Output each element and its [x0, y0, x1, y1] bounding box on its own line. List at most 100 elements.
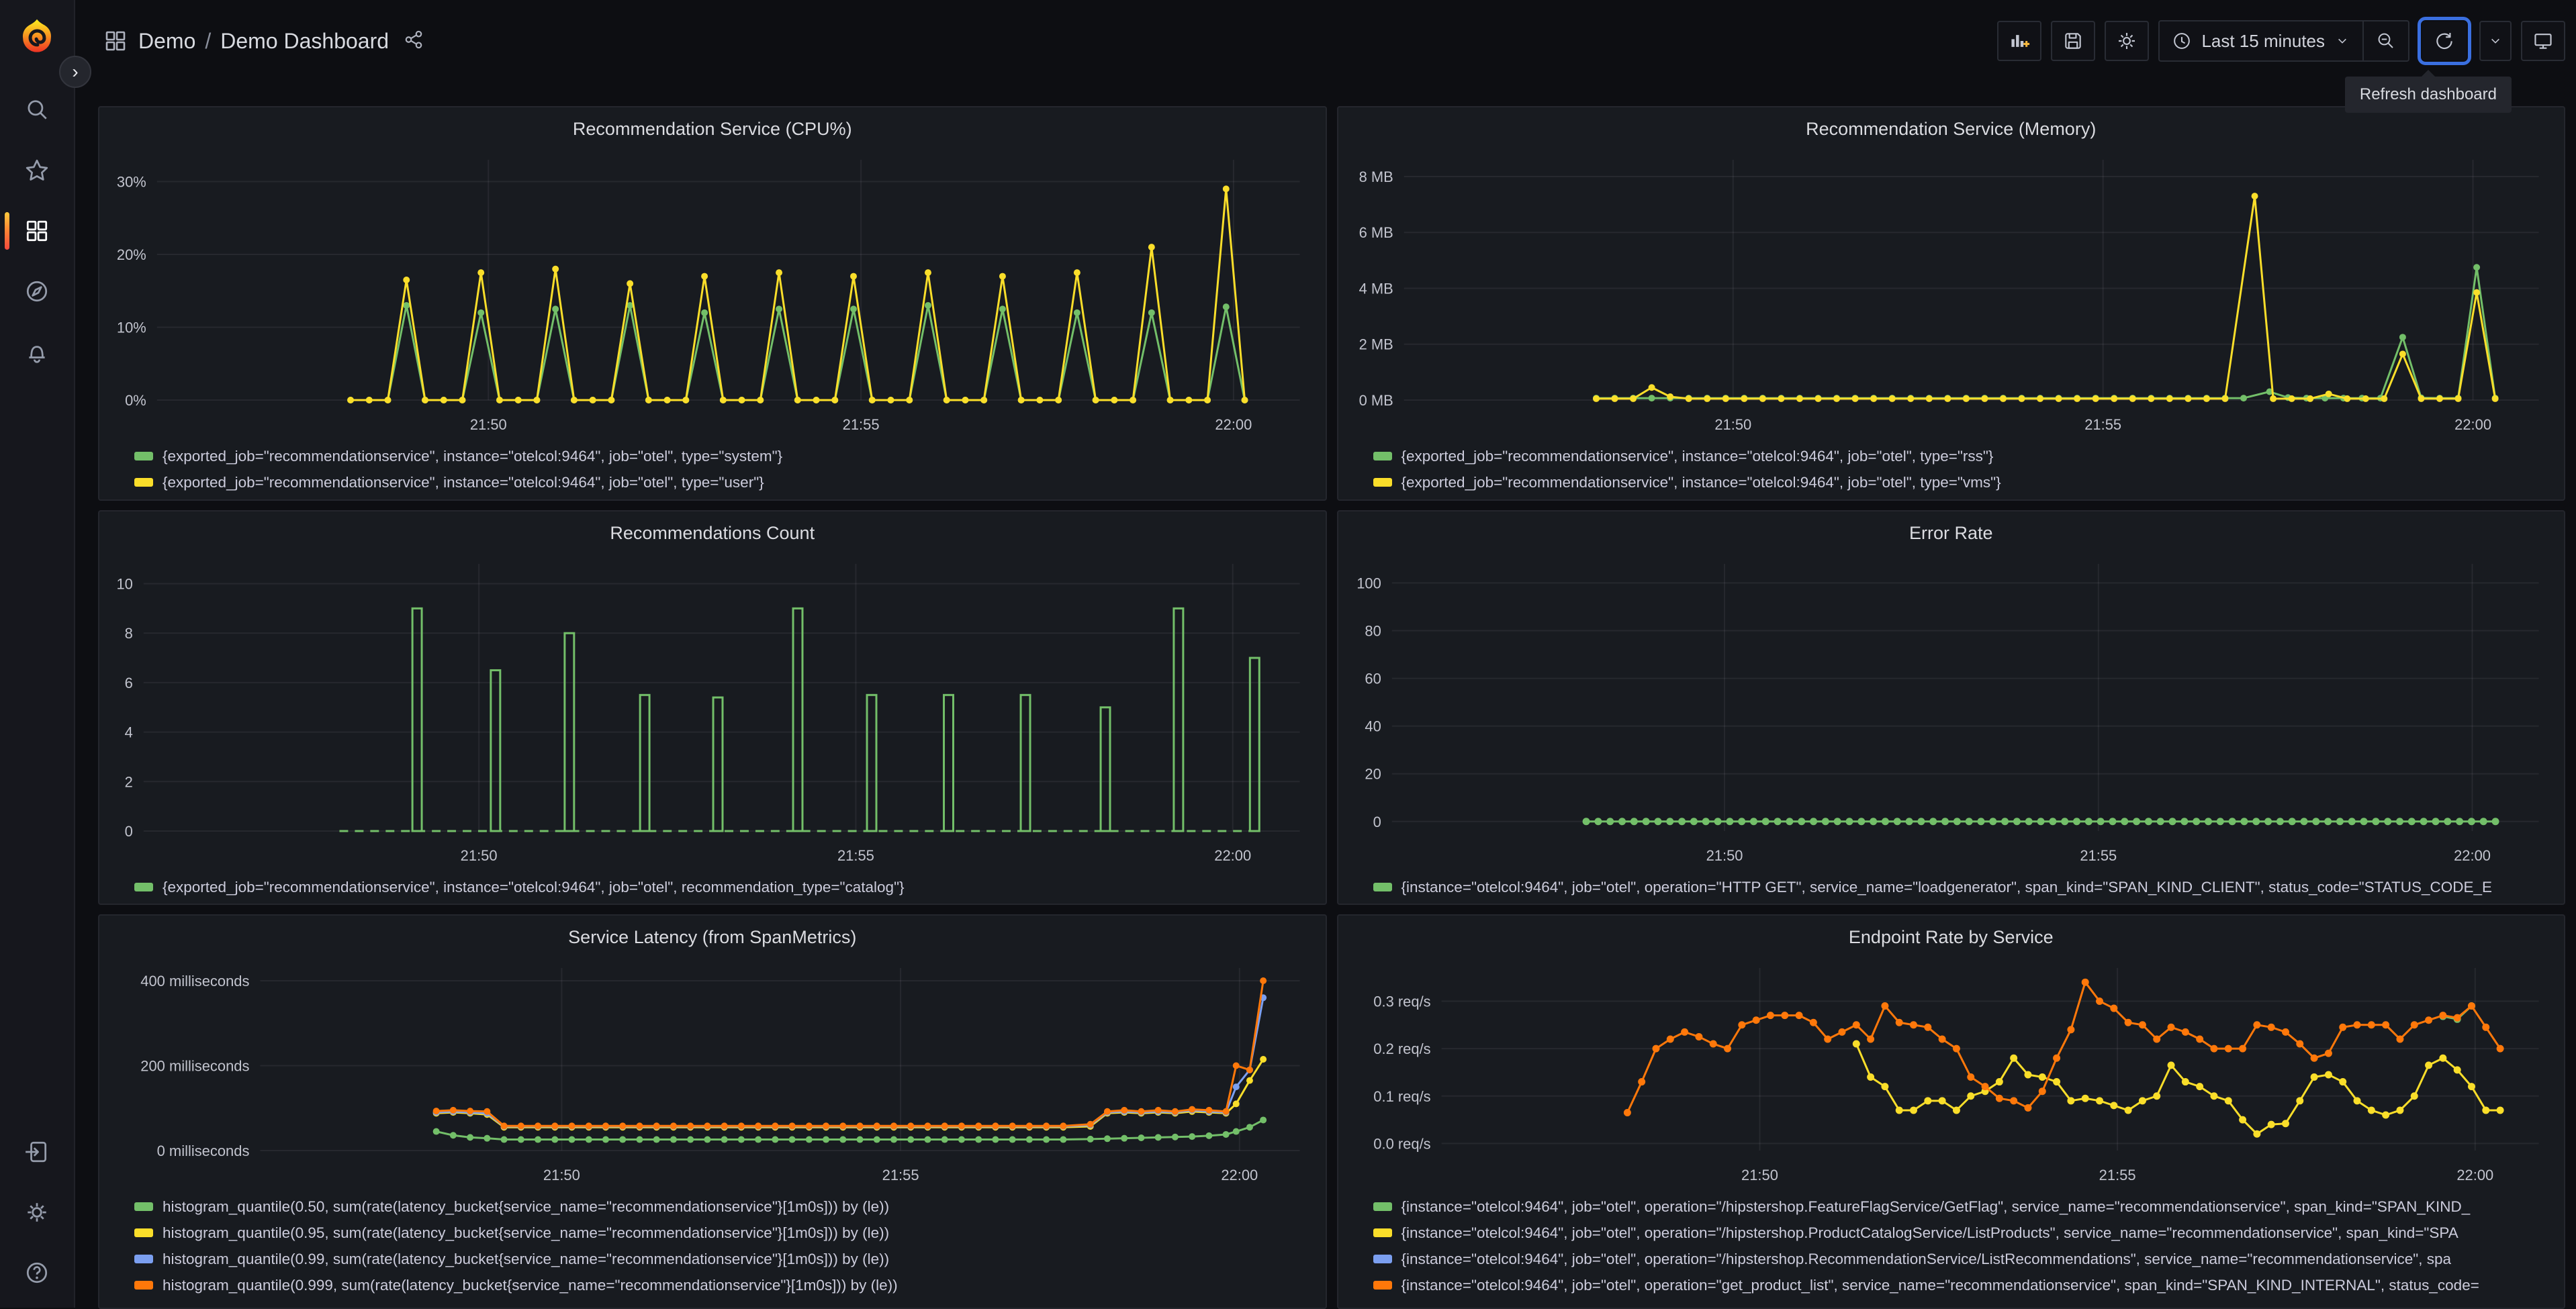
bell-icon — [24, 339, 50, 365]
save-dashboard-button[interactable] — [2051, 21, 2095, 61]
recommendations-count-chart[interactable]: 024681021:5021:5522:00 — [99, 552, 1326, 871]
legend-color-chip — [1373, 1255, 1392, 1263]
refresh-interval-button[interactable] — [2479, 21, 2512, 61]
service-latency-chart[interactable]: 0 milliseconds200 milliseconds400 millis… — [99, 956, 1326, 1191]
sign-in-icon — [24, 1139, 50, 1165]
legend-item[interactable]: histogram_quantile(0.999, sum(rate(laten… — [134, 1272, 1314, 1298]
legend-item[interactable]: {instance="otelcol:9464", job="otel", op… — [1373, 1220, 2552, 1246]
navbar-actions: Last 15 minutes — [1997, 20, 2565, 62]
share-button[interactable] — [404, 30, 424, 53]
memory-legend: {exported_job="recommendationservice", i… — [1338, 440, 2565, 495]
svg-text:0.2 req/s: 0.2 req/s — [1373, 1040, 1430, 1057]
svg-text:0 milliseconds: 0 milliseconds — [157, 1143, 250, 1159]
svg-text:10%: 10% — [117, 319, 146, 336]
legend-label: {instance="otelcol:9464", job="otel", op… — [1401, 879, 2493, 896]
dashboards-grid-icon — [24, 218, 50, 244]
legend-item[interactable]: {exported_job="recommendationservice", i… — [1373, 443, 2552, 469]
sidebar-item-starred[interactable] — [15, 149, 58, 192]
legend-color-chip — [1373, 478, 1392, 487]
panel-title[interactable]: Recommendation Service (CPU%) — [99, 107, 1326, 148]
legend-item[interactable]: histogram_quantile(0.50, sum(rate(latenc… — [134, 1194, 1314, 1220]
time-range-label: Last 15 minutes — [2201, 31, 2325, 52]
dashboard-settings-button[interactable] — [2105, 21, 2149, 61]
panel-cpu: Recommendation Service (CPU%) 0%10%20%30… — [98, 106, 1327, 501]
svg-text:21:50: 21:50 — [461, 847, 498, 864]
panel-title[interactable]: Service Latency (from SpanMetrics) — [99, 916, 1326, 956]
sidebar-item-help[interactable] — [15, 1251, 58, 1294]
add-panel-icon — [2009, 30, 2030, 52]
legend-label: {exported_job="recommendationservice", i… — [1401, 448, 1994, 465]
legend-label: histogram_quantile(0.99, sum(rate(latenc… — [163, 1251, 889, 1268]
panel-endpoint-rate: Endpoint Rate by Service 0.0 req/s0.1 re… — [1337, 914, 2566, 1309]
sidebar-item-dashboards[interactable] — [15, 209, 58, 252]
panel-title[interactable]: Endpoint Rate by Service — [1338, 916, 2565, 956]
legend-item[interactable]: histogram_quantile(0.95, sum(rate(latenc… — [134, 1220, 1314, 1246]
legend-item[interactable]: {instance="otelcol:9464", job="otel", op… — [1373, 874, 2552, 900]
legend-label: {exported_job="recommendationservice", i… — [163, 474, 764, 491]
svg-text:60: 60 — [1365, 671, 1381, 687]
svg-text:0.3 req/s: 0.3 req/s — [1373, 993, 1430, 1010]
svg-text:21:50: 21:50 — [543, 1167, 580, 1183]
legend-item[interactable]: {instance="otelcol:9464", job="otel", op… — [1373, 1246, 2552, 1272]
clock-icon — [2172, 31, 2192, 51]
time-range-picker[interactable]: Last 15 minutes — [2160, 21, 2362, 60]
cpu-chart[interactable]: 0%10%20%30%21:5021:5522:00 — [99, 148, 1326, 440]
memory-chart[interactable]: 0 MB2 MB4 MB6 MB8 MB21:5021:5522:00 — [1338, 148, 2565, 440]
svg-text:2: 2 — [125, 773, 133, 790]
legend-color-chip — [1373, 1202, 1392, 1211]
svg-text:21:55: 21:55 — [837, 847, 874, 864]
monitor-icon — [2532, 30, 2554, 52]
breadcrumb-section[interactable]: Demo — [138, 29, 195, 54]
svg-text:100: 100 — [1356, 575, 1381, 591]
refresh-focus-ring — [2418, 17, 2471, 65]
dashboard-grid-icon — [103, 29, 128, 53]
legend-item[interactable]: {instance="otelcol:9464", job="otel", op… — [1373, 1194, 2552, 1220]
add-panel-button[interactable] — [1997, 21, 2041, 61]
legend-color-chip — [134, 1228, 153, 1237]
kiosk-mode-button[interactable] — [2521, 21, 2565, 61]
sidebar-item-sign-in[interactable] — [15, 1130, 58, 1173]
svg-text:80: 80 — [1365, 622, 1381, 639]
panel-title[interactable]: Recommendation Service (Memory) — [1338, 107, 2565, 148]
breadcrumb-separator: / — [205, 29, 211, 54]
legend-item[interactable]: {exported_job="recommendationservice", i… — [134, 443, 1314, 469]
chevron-down-icon — [2334, 33, 2350, 49]
legend-item[interactable]: {exported_job="recommendationservice", i… — [134, 874, 1314, 900]
legend-label: {exported_job="recommendationservice", i… — [1401, 474, 2001, 491]
legend-item[interactable]: {exported_job="recommendationservice", i… — [1373, 469, 2552, 495]
legend-item[interactable]: {exported_job="recommendationservice", i… — [134, 469, 1314, 495]
sidebar-item-explore[interactable] — [15, 270, 58, 313]
svg-text:8 MB: 8 MB — [1359, 168, 1393, 185]
star-icon — [24, 158, 50, 183]
breadcrumb-page[interactable]: Demo Dashboard — [220, 29, 389, 54]
svg-text:0.1 req/s: 0.1 req/s — [1373, 1088, 1430, 1105]
svg-text:22:00: 22:00 — [2454, 847, 2491, 864]
svg-text:6 MB: 6 MB — [1359, 224, 1393, 241]
breadcrumb[interactable]: Demo / Demo Dashboard — [103, 29, 424, 54]
sidebar-item-search[interactable] — [15, 89, 58, 132]
svg-text:22:00: 22:00 — [1221, 1167, 1258, 1183]
svg-text:400 milliseconds: 400 milliseconds — [140, 973, 249, 989]
panel-error-rate: Error Rate 02040608010021:5021:5522:00 {… — [1337, 510, 2566, 905]
svg-text:21:50: 21:50 — [1741, 1167, 1778, 1183]
svg-text:21:55: 21:55 — [2084, 416, 2121, 433]
refresh-dashboard-button[interactable] — [2422, 21, 2467, 60]
legend-color-chip — [1373, 1228, 1392, 1237]
grafana-logo-icon[interactable] — [17, 16, 56, 58]
panel-title[interactable]: Error Rate — [1338, 512, 2565, 552]
svg-text:20: 20 — [1365, 766, 1381, 783]
zoom-out-button[interactable] — [2362, 21, 2408, 60]
sidebar-item-configuration[interactable] — [15, 1191, 58, 1234]
expand-sidebar-button[interactable]: › — [59, 56, 91, 88]
refresh-tooltip: Refresh dashboard — [2345, 77, 2512, 113]
legend-item[interactable]: {instance="otelcol:9464", job="otel", op… — [1373, 1272, 2552, 1298]
panel-title[interactable]: Recommendations Count — [99, 512, 1326, 552]
error-rate-chart[interactable]: 02040608010021:5021:5522:00 — [1338, 552, 2565, 871]
svg-text:21:50: 21:50 — [1714, 416, 1751, 433]
endpoint-rate-chart[interactable]: 0.0 req/s0.1 req/s0.2 req/s0.3 req/s21:5… — [1338, 956, 2565, 1191]
dashboard-grid: Recommendation Service (CPU%) 0%10%20%30… — [75, 82, 2576, 1309]
compass-icon — [24, 279, 50, 304]
sidebar-item-alerting[interactable] — [15, 330, 58, 373]
legend-item[interactable]: histogram_quantile(0.99, sum(rate(latenc… — [134, 1246, 1314, 1272]
svg-text:4: 4 — [125, 724, 133, 741]
